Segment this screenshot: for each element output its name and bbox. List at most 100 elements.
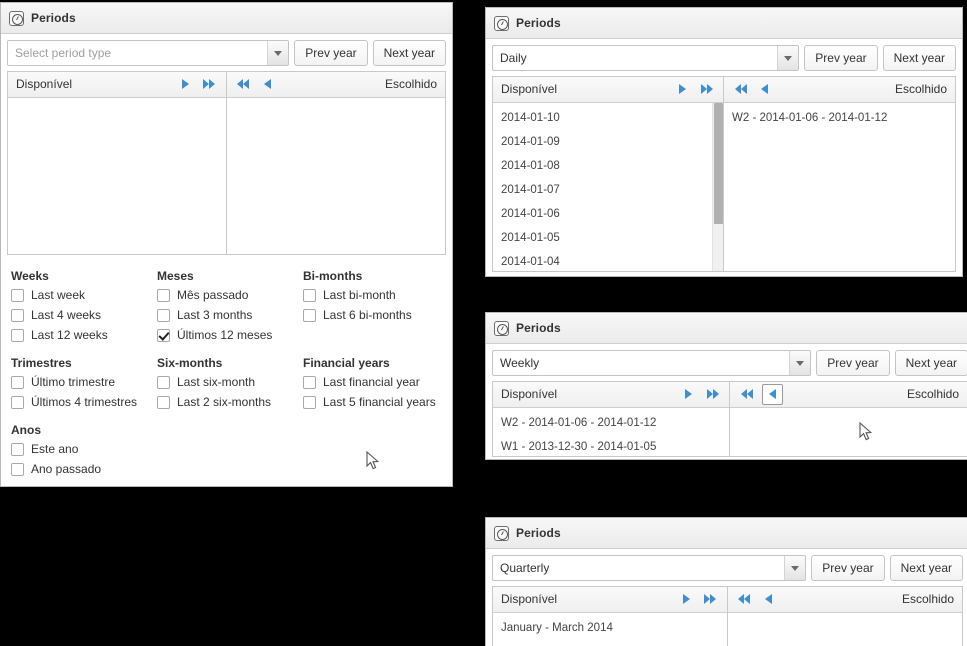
- checkbox-row[interactable]: Últimos 12 meses: [157, 328, 303, 342]
- checkbox-row[interactable]: Last financial year: [303, 375, 442, 389]
- checkbox[interactable]: [11, 395, 24, 409]
- checkbox-row[interactable]: Last bi-month: [303, 288, 442, 302]
- panel-header: Periods: [486, 8, 962, 39]
- checkbox-label: Mês passado: [177, 288, 249, 302]
- checkbox[interactable]: [303, 308, 316, 322]
- double-right-arrow-icon[interactable]: [201, 76, 218, 93]
- selected-list[interactable]: [226, 97, 445, 254]
- prev-year-button[interactable]: Prev year: [804, 45, 878, 71]
- list-item[interactable]: 2014-01-04: [493, 250, 723, 271]
- chevron-down-icon[interactable]: [267, 41, 289, 65]
- list-item[interactable]: 2014-01-09: [493, 130, 723, 154]
- period-type-controls: Select period type Prev year Next year: [1, 34, 452, 71]
- checkbox-label: Last 6 bi-months: [323, 308, 412, 322]
- double-right-arrow-icon[interactable]: [698, 81, 715, 98]
- available-list[interactable]: W2 - 2014-01-06 - 2014-01-12 W1 - 2013-1…: [493, 407, 729, 456]
- single-left-arrow-icon[interactable]: [756, 81, 773, 98]
- checkbox[interactable]: [11, 308, 24, 322]
- next-year-button[interactable]: Next year: [882, 45, 956, 71]
- next-year-button[interactable]: Next year: [894, 350, 967, 376]
- checkbox-row[interactable]: Last six-month: [157, 375, 303, 389]
- selected-column: Escolhido: [727, 587, 962, 646]
- single-right-arrow-icon[interactable]: [678, 591, 695, 608]
- period-type-value: Weekly: [500, 356, 540, 370]
- checkbox[interactable]: [11, 288, 24, 302]
- single-left-arrow-icon[interactable]: [760, 591, 777, 608]
- prev-year-button[interactable]: Prev year: [811, 555, 885, 581]
- scrollbar-track[interactable]: [712, 102, 723, 271]
- checkbox[interactable]: [157, 288, 170, 302]
- list-item[interactable]: 2014-01-10: [493, 106, 723, 130]
- prev-year-button[interactable]: Prev year: [816, 350, 890, 376]
- chevron-down-icon[interactable]: [784, 556, 806, 580]
- checkbox-row[interactable]: Mês passado: [157, 288, 303, 302]
- next-year-button[interactable]: Next year: [372, 40, 446, 66]
- period-type-select[interactable]: Weekly: [492, 350, 812, 376]
- double-left-arrow-icon[interactable]: [736, 591, 753, 608]
- clock-icon: [494, 525, 509, 541]
- list-item[interactable]: 2014-01-07: [493, 178, 723, 202]
- checkbox-row[interactable]: Último trimestre: [11, 375, 157, 389]
- checkbox[interactable]: [11, 442, 24, 456]
- list-item[interactable]: W2 - 2014-01-06 - 2014-01-12: [493, 411, 729, 435]
- checkbox-row[interactable]: Last 2 six-months: [157, 395, 303, 409]
- page-title: Periods: [516, 526, 561, 540]
- list-item[interactable]: January - March 2014: [493, 616, 727, 640]
- single-right-arrow-icon[interactable]: [177, 76, 194, 93]
- list-item[interactable]: 2014-01-06: [493, 202, 723, 226]
- checkbox-row[interactable]: Últimos 4 trimestres: [11, 395, 157, 409]
- scrollbar-thumb[interactable]: [714, 102, 723, 224]
- checkbox[interactable]: [11, 375, 24, 389]
- period-type-select[interactable]: Daily: [492, 45, 800, 71]
- checkbox-row[interactable]: Last 4 weeks: [11, 308, 157, 322]
- available-list[interactable]: January - March 2014: [493, 612, 727, 646]
- selected-label: Escolhido: [894, 82, 947, 97]
- single-left-arrow-icon[interactable]: [259, 76, 276, 93]
- checkbox[interactable]: [157, 328, 170, 342]
- checkbox[interactable]: [303, 375, 316, 389]
- double-left-arrow-icon[interactable]: [738, 386, 755, 403]
- chevron-down-icon[interactable]: [777, 46, 799, 70]
- list-item[interactable]: 2014-01-05: [493, 226, 723, 250]
- checkbox-row[interactable]: Este ano: [11, 442, 157, 456]
- checkbox-row[interactable]: Ano passado: [11, 462, 157, 476]
- group-title: Weeks: [11, 269, 49, 283]
- available-list[interactable]: [8, 97, 226, 254]
- prev-year-button[interactable]: Prev year: [294, 40, 368, 66]
- period-type-select[interactable]: Quarterly: [492, 555, 807, 581]
- chevron-down-icon[interactable]: [789, 351, 811, 375]
- checkbox[interactable]: [303, 395, 316, 409]
- double-right-arrow-icon[interactable]: [704, 386, 721, 403]
- checkbox[interactable]: [11, 328, 24, 342]
- double-right-arrow-icon[interactable]: [702, 591, 719, 608]
- checkbox[interactable]: [11, 462, 24, 476]
- period-type-select[interactable]: Select period type: [7, 40, 290, 66]
- list-item[interactable]: W2 - 2014-01-06 - 2014-01-12: [724, 106, 955, 130]
- selected-list[interactable]: [730, 407, 967, 456]
- checkbox[interactable]: [157, 308, 170, 322]
- single-right-arrow-icon[interactable]: [674, 81, 691, 98]
- double-left-arrow-icon[interactable]: [235, 76, 252, 93]
- next-year-button[interactable]: Next year: [889, 555, 963, 581]
- selected-list[interactable]: W2 - 2014-01-06 - 2014-01-12: [724, 102, 955, 271]
- relative-group-sixmonths: Six-months Last six-month Last 2 six-mon…: [157, 356, 303, 415]
- available-list[interactable]: 2014-01-10 2014-01-09 2014-01-08 2014-01…: [493, 102, 723, 271]
- dual-list: Disponível 2014-01-10 2014-01-09 2014-01…: [492, 76, 956, 272]
- checkbox-row[interactable]: Last 12 weeks: [11, 328, 157, 342]
- checkbox[interactable]: [157, 375, 170, 389]
- double-left-arrow-icon[interactable]: [732, 81, 749, 98]
- checkbox[interactable]: [303, 288, 316, 302]
- checkbox-row[interactable]: Last 6 bi-months: [303, 308, 442, 322]
- checkbox-row[interactable]: Last 3 months: [157, 308, 303, 322]
- single-right-arrow-icon[interactable]: [680, 386, 697, 403]
- panel-header: Periods: [1, 3, 452, 34]
- selected-list[interactable]: [727, 612, 962, 646]
- list-item[interactable]: W1 - 2013-12-30 - 2014-01-05: [493, 435, 729, 456]
- single-left-arrow-icon[interactable]: [762, 383, 783, 405]
- checkbox-label: Last six-month: [177, 375, 256, 389]
- list-item[interactable]: 2014-01-08: [493, 154, 723, 178]
- checkbox[interactable]: [157, 395, 170, 409]
- checkbox-row[interactable]: Last week: [11, 288, 157, 302]
- checkbox-row[interactable]: Last 5 financial years: [303, 395, 442, 409]
- selected-column: Escolhido: [226, 72, 445, 254]
